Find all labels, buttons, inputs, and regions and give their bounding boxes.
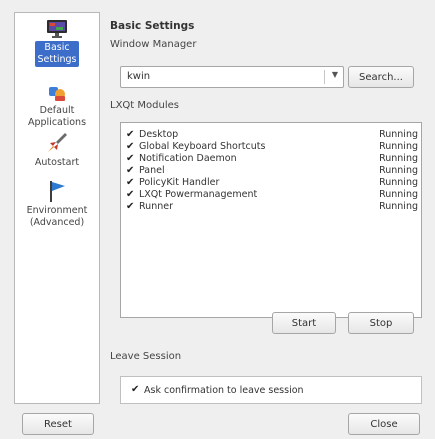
checkbox-icon[interactable]: ✔: [126, 141, 136, 153]
list-item[interactable]: ✔ Notification Daemon Running: [126, 153, 418, 165]
start-button[interactable]: Start: [272, 312, 336, 334]
sidebar-item-label: Autostart: [34, 157, 80, 168]
sidebar-item-autostart[interactable]: Autostart: [17, 131, 97, 169]
sidebar-item-default-applications[interactable]: Default Applications: [17, 83, 97, 129]
modules-list: ✔ Desktop Running ✔ Global Keyboard Shor…: [120, 122, 422, 318]
rocket-icon: [48, 133, 67, 152]
checkbox-icon[interactable]: ✔: [126, 153, 136, 165]
list-item[interactable]: ✔ Panel Running: [126, 165, 418, 177]
sidebar-item-label: Default: [39, 105, 75, 116]
basic-settings-panel: Basic Settings Window Manager kwin ▼ Sea…: [110, 12, 422, 407]
leave-confirm-label: Ask confirmation to leave session: [144, 385, 304, 396]
list-item[interactable]: ✔ PolicyKit Handler Running: [126, 177, 418, 189]
monitor-icon: [47, 20, 67, 38]
sidebar-item-label: (Advanced): [29, 217, 85, 228]
sidebar-item-basic-settings[interactable]: Basic Settings: [17, 19, 97, 67]
chevron-down-icon[interactable]: ▼: [332, 70, 338, 79]
list-item[interactable]: ✔ Desktop Running: [126, 129, 418, 141]
module-name: Global Keyboard Shortcuts: [139, 141, 266, 152]
checkbox-icon[interactable]: ✔: [126, 177, 136, 189]
search-button[interactable]: Search...: [348, 66, 414, 88]
checkbox-icon[interactable]: ✔: [126, 201, 136, 213]
checkbox-icon[interactable]: ✔: [126, 189, 136, 201]
window-manager-combobox[interactable]: kwin ▼: [120, 66, 344, 88]
combo-separator: [324, 70, 325, 84]
module-name: LXQt Powermanagement: [139, 189, 258, 200]
sidebar: Basic Settings Default Applications Auto…: [14, 12, 100, 404]
flag-icon: [50, 181, 65, 202]
module-status: Running: [379, 153, 418, 164]
module-status: Running: [379, 165, 418, 176]
lxqt-modules-label: LXQt Modules: [110, 100, 179, 111]
module-status: Running: [379, 129, 418, 140]
module-name: Notification Daemon: [139, 153, 237, 164]
module-status: Running: [379, 201, 418, 212]
module-name: PolicyKit Handler: [139, 177, 220, 188]
close-button[interactable]: Close: [348, 413, 420, 435]
module-status: Running: [379, 141, 418, 152]
list-item[interactable]: ✔ LXQt Powermanagement Running: [126, 189, 418, 201]
checkbox-icon[interactable]: ✔: [126, 165, 136, 177]
list-item[interactable]: ✔ Global Keyboard Shortcuts Running: [126, 141, 418, 153]
module-name: Panel: [139, 165, 165, 176]
leave-session-label: Leave Session: [110, 351, 182, 362]
applications-icon: [49, 87, 65, 101]
leave-confirm-checkbox[interactable]: ✔: [131, 384, 139, 395]
page-title: Basic Settings: [110, 20, 195, 32]
session-settings-window: Basic Settings Default Applications Auto…: [0, 0, 435, 439]
checkbox-icon[interactable]: ✔: [126, 129, 136, 141]
sidebar-item-environment[interactable]: Environment (Advanced): [17, 179, 97, 229]
window-manager-label: Window Manager: [110, 39, 197, 50]
list-item[interactable]: ✔ Runner Running: [126, 201, 418, 213]
module-name: Desktop: [139, 129, 179, 140]
stop-button[interactable]: Stop: [348, 312, 414, 334]
window-manager-value: kwin: [127, 71, 151, 82]
leave-session-group: ✔ Ask confirmation to leave session: [120, 376, 422, 404]
sidebar-item-label: Applications: [27, 117, 87, 128]
sidebar-item-label: Settings: [37, 54, 77, 65]
sidebar-item-label: Environment: [26, 205, 88, 216]
module-name: Runner: [139, 201, 173, 212]
sidebar-item-label: Basic: [44, 42, 70, 53]
module-status: Running: [379, 189, 418, 200]
reset-button[interactable]: Reset: [22, 413, 94, 435]
module-status: Running: [379, 177, 418, 188]
